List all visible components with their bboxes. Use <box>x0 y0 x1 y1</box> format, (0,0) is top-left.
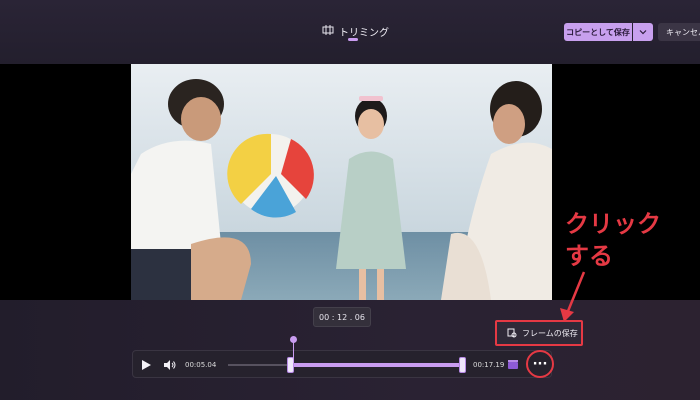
current-time-display: 00 : 12 . 06 <box>313 307 371 327</box>
trim-start-time: 00:05.04 <box>185 361 217 369</box>
volume-button[interactable] <box>163 351 177 379</box>
trim-end-handle[interactable] <box>459 357 466 373</box>
tab-active-indicator <box>348 38 358 41</box>
video-preview <box>131 64 552 300</box>
player-controls: 00:05.04 00:17.19 <box>132 350 552 378</box>
trim-icon <box>322 24 334 39</box>
play-icon <box>141 360 151 370</box>
tab-label: トリミング <box>339 27 389 39</box>
playhead-line <box>293 341 294 363</box>
click-annotation: クリック する <box>565 208 685 272</box>
annotation-arrow <box>560 271 586 322</box>
chevron-down-icon <box>639 30 647 35</box>
annotation-line-1: クリック <box>565 210 661 238</box>
trim-end-time: 00:17.19 <box>473 361 505 369</box>
save-as-copy-button[interactable]: コピーとして保存 <box>564 23 632 41</box>
volume-icon <box>164 360 176 370</box>
trim-range <box>290 363 462 367</box>
clip-icon <box>508 360 518 369</box>
cancel-button[interactable]: キャンセル <box>658 23 700 41</box>
play-button[interactable] <box>139 351 153 379</box>
more-options-button[interactable]: ··· <box>526 350 554 378</box>
save-options-dropdown[interactable] <box>633 23 653 41</box>
clip-button[interactable] <box>507 351 519 379</box>
save-frame-icon <box>507 328 517 338</box>
more-icon: ··· <box>532 356 548 372</box>
